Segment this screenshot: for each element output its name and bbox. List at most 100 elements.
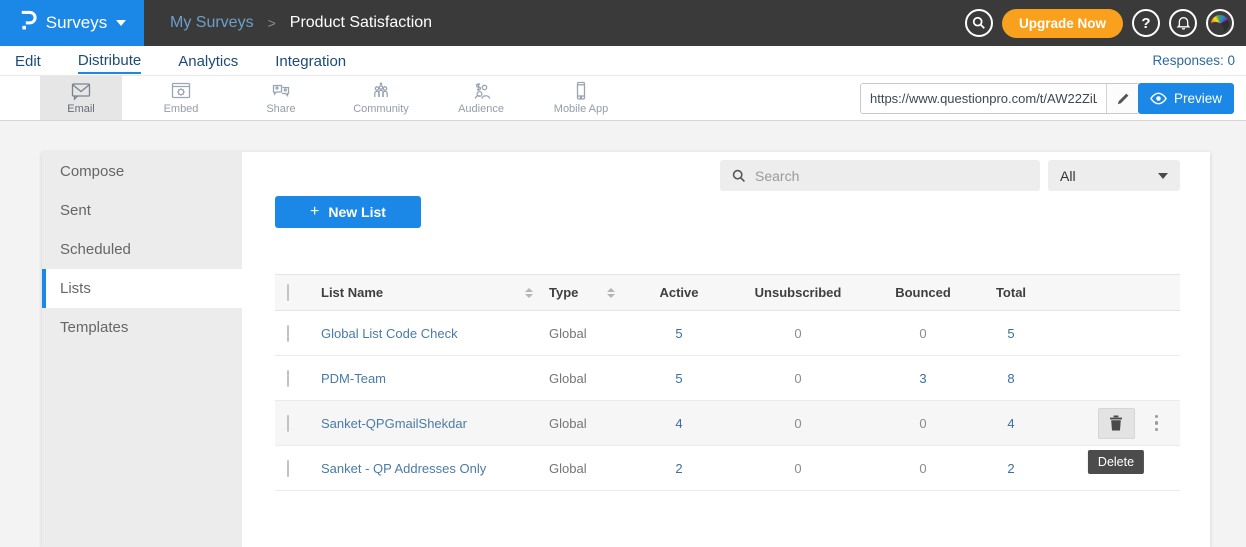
- breadcrumb-my-surveys[interactable]: My Surveys: [170, 14, 254, 32]
- topbar-actions: Upgrade Now ?: [965, 0, 1234, 46]
- row-actions: Delete: [1045, 408, 1180, 439]
- list-type: Global: [549, 416, 587, 431]
- list-search-input[interactable]: [755, 168, 1040, 184]
- survey-url-box: [860, 83, 1140, 114]
- col-active: Active: [631, 285, 727, 300]
- search-button[interactable]: [965, 9, 993, 37]
- unsubscribed-count[interactable]: 0: [727, 416, 869, 431]
- table-header-row: List Name Type Active Unsubscribed Bounc…: [275, 274, 1180, 311]
- delete-list-button[interactable]: [1098, 408, 1135, 439]
- list-name-link[interactable]: Global List Code Check: [321, 326, 458, 341]
- active-count[interactable]: 5: [631, 326, 727, 341]
- unsubscribed-count[interactable]: 0: [727, 326, 869, 341]
- row-checkbox[interactable]: [287, 325, 289, 342]
- row-checkbox[interactable]: [287, 415, 289, 432]
- tab-analytics[interactable]: Analytics: [178, 49, 238, 73]
- list-filter-dropdown[interactable]: All: [1048, 160, 1180, 191]
- breadcrumb-separator: >: [268, 15, 276, 31]
- email-icon: [70, 81, 92, 101]
- table-row: Global List Code Check Global 5 0 0 5: [275, 311, 1180, 356]
- sidebar-item-lists[interactable]: Lists: [42, 269, 242, 308]
- preview-button[interactable]: Preview: [1138, 83, 1234, 114]
- channel-label: Audience: [458, 103, 504, 115]
- channel-audience[interactable]: Audience: [440, 76, 522, 120]
- responses-count[interactable]: Responses: 0: [1152, 53, 1235, 68]
- channel-embed[interactable]: Embed: [140, 76, 222, 120]
- chevron-down-icon: [1158, 173, 1168, 179]
- bounced-count[interactable]: 0: [869, 416, 977, 431]
- channel-label: Community: [353, 103, 409, 115]
- total-count[interactable]: 4: [977, 416, 1045, 431]
- total-count[interactable]: 8: [977, 371, 1045, 386]
- breadcrumb: My Surveys > Product Satisfaction: [170, 14, 432, 32]
- new-list-button[interactable]: + New List: [275, 196, 421, 228]
- row-menu-button[interactable]: [1151, 411, 1163, 436]
- plus-icon: +: [310, 203, 319, 221]
- search-icon: [972, 16, 986, 30]
- mobile-app-icon: [570, 81, 592, 101]
- tab-integration[interactable]: Integration: [275, 49, 346, 73]
- channel-label: Email: [67, 103, 95, 115]
- email-sidebar: Compose Sent Scheduled Lists Templates: [42, 152, 242, 547]
- list-name-link[interactable]: Sanket - QP Addresses Only: [321, 461, 486, 476]
- sidebar-item-compose[interactable]: Compose: [42, 152, 242, 191]
- list-name-link[interactable]: PDM-Team: [321, 371, 386, 386]
- sort-list-name-icon[interactable]: [525, 288, 533, 298]
- notifications-button[interactable]: [1169, 9, 1197, 37]
- list-name-link[interactable]: Sanket-QPGmailShekdar: [321, 416, 467, 431]
- channel-share[interactable]: Share: [240, 76, 322, 120]
- active-count[interactable]: 2: [631, 461, 727, 476]
- col-type[interactable]: Type: [549, 285, 578, 300]
- total-count[interactable]: 2: [977, 461, 1045, 476]
- content-area: Compose Sent Scheduled Lists Templates A…: [0, 122, 1246, 539]
- bounced-count[interactable]: 0: [869, 461, 977, 476]
- channel-label: Embed: [164, 103, 199, 115]
- channel-mobile-app[interactable]: Mobile App: [540, 76, 622, 120]
- product-menu-label: Surveys: [46, 13, 107, 33]
- active-count[interactable]: 4: [631, 416, 727, 431]
- filter-selected-value: All: [1060, 168, 1076, 184]
- edit-url-button[interactable]: [1106, 84, 1139, 113]
- sort-type-icon[interactable]: [607, 288, 615, 298]
- search-icon: [732, 169, 746, 183]
- tab-distribute[interactable]: Distribute: [78, 48, 141, 74]
- active-count[interactable]: 5: [631, 371, 727, 386]
- product-switcher[interactable]: Surveys: [0, 0, 144, 46]
- row-checkbox[interactable]: [287, 460, 289, 477]
- sidebar-item-sent[interactable]: Sent: [42, 191, 242, 230]
- table-row: PDM-Team Global 5 0 3 8: [275, 356, 1180, 401]
- survey-url-input[interactable]: [861, 84, 1106, 113]
- list-search-box: [720, 160, 1040, 191]
- breadcrumb-current-survey: Product Satisfaction: [290, 14, 432, 32]
- tab-edit[interactable]: Edit: [15, 49, 41, 73]
- sidebar-item-templates[interactable]: Templates: [42, 308, 242, 347]
- total-count[interactable]: 5: [977, 326, 1045, 341]
- col-list-name[interactable]: List Name: [321, 285, 383, 300]
- select-all-checkbox[interactable]: [287, 284, 289, 301]
- channel-community[interactable]: Community: [340, 76, 422, 120]
- eye-icon: [1150, 92, 1167, 105]
- unsubscribed-count[interactable]: 0: [727, 461, 869, 476]
- list-type: Global: [549, 461, 587, 476]
- share-icon: [270, 81, 292, 101]
- distribute-toolbar: Email Embed Share Community Audience: [0, 76, 1246, 121]
- table-row: Sanket - QP Addresses Only Global 2 0 0 …: [275, 446, 1180, 491]
- account-avatar[interactable]: [1206, 9, 1234, 37]
- trash-icon: [1109, 415, 1123, 431]
- bounced-count[interactable]: 3: [869, 371, 977, 386]
- upgrade-now-button[interactable]: Upgrade Now: [1002, 9, 1123, 38]
- question-mark-icon: ?: [1141, 15, 1150, 32]
- channel-email[interactable]: Email: [40, 76, 122, 120]
- channel-label: Mobile App: [554, 103, 608, 115]
- delete-tooltip: Delete: [1088, 450, 1144, 474]
- bell-icon: [1176, 16, 1191, 31]
- unsubscribed-count[interactable]: 0: [727, 371, 869, 386]
- row-checkbox[interactable]: [287, 370, 289, 387]
- preview-label: Preview: [1174, 91, 1222, 106]
- col-unsubscribed: Unsubscribed: [727, 285, 869, 300]
- sidebar-item-scheduled[interactable]: Scheduled: [42, 230, 242, 269]
- help-button[interactable]: ?: [1132, 9, 1160, 37]
- bounced-count[interactable]: 0: [869, 326, 977, 341]
- audience-icon: [470, 81, 492, 101]
- list-type: Global: [549, 326, 587, 341]
